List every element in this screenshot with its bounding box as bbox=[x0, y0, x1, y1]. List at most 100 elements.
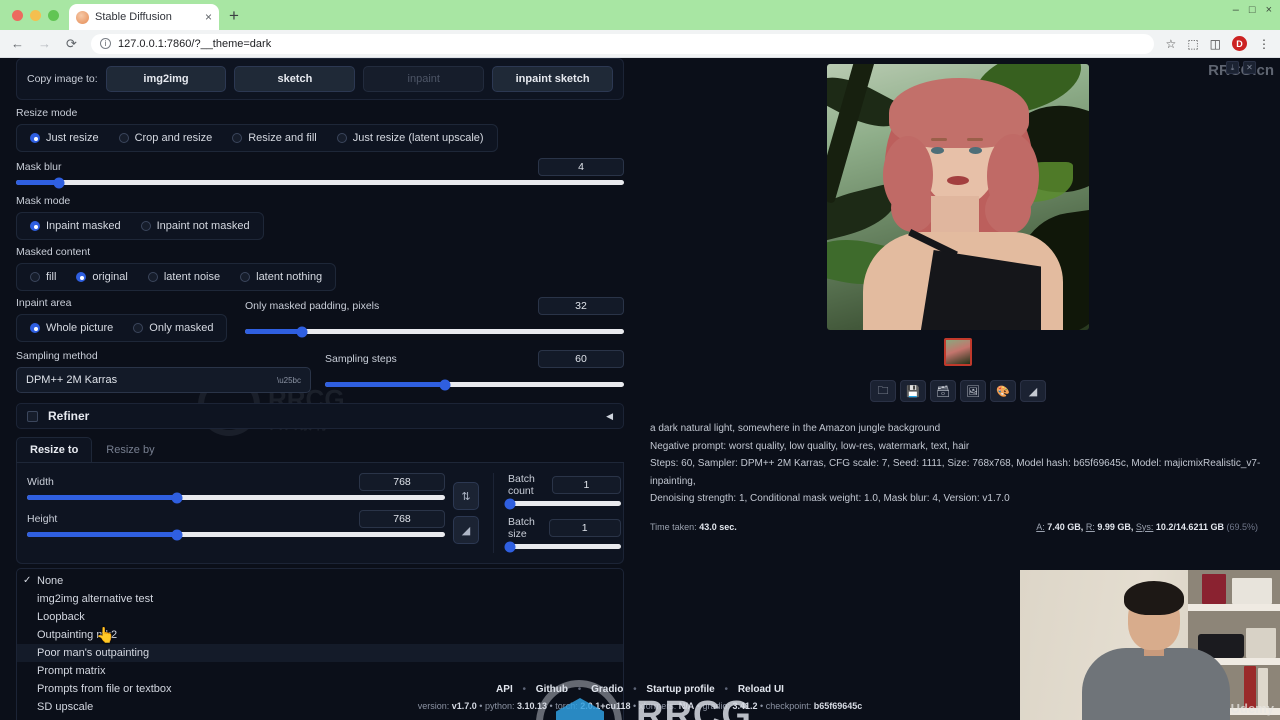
batch-count-block: Batch count 1 bbox=[504, 473, 621, 509]
gallery-toolbar[interactable]: 🗀 💾 🗃 🖼 🎨 ◢ bbox=[870, 380, 1046, 402]
new-tab-button[interactable]: + bbox=[229, 6, 239, 26]
save-zip-icon[interactable]: 🗃 bbox=[930, 380, 956, 402]
send-to-img2img-icon[interactable]: 🖼 bbox=[960, 380, 986, 402]
inpaint-area-label: Inpaint area bbox=[16, 297, 72, 309]
batch-size-slider[interactable] bbox=[504, 541, 621, 552]
extensions-icon[interactable]: ⬚ bbox=[1187, 37, 1198, 51]
send-to-inpaint-icon[interactable]: 🎨 bbox=[990, 380, 1016, 402]
minimize-window-button[interactable] bbox=[30, 9, 41, 21]
dropdown-option-poor-mans-outpainting[interactable]: Poor man's outpainting bbox=[17, 644, 623, 662]
reload-icon[interactable]: ⟳ bbox=[64, 36, 79, 52]
open-folder-icon[interactable]: 🗀 bbox=[870, 380, 896, 402]
radio-dot-icon bbox=[118, 133, 129, 143]
image-gallery-thumbnails[interactable] bbox=[944, 338, 972, 366]
batch-count-slider[interactable] bbox=[504, 498, 621, 509]
inpaint-area-row: Inpaint area Whole picture Only masked O… bbox=[16, 297, 624, 342]
sampling-steps-slider[interactable] bbox=[325, 379, 624, 390]
close-image-icon[interactable]: ✕ bbox=[1243, 61, 1256, 74]
version-label: version: bbox=[417, 701, 450, 711]
send-to-extras-icon[interactable]: ◢ bbox=[1020, 380, 1046, 402]
maximize-icon[interactable]: □ bbox=[1249, 4, 1256, 16]
radio-label: Crop and resize bbox=[134, 132, 213, 144]
width-slider[interactable] bbox=[27, 492, 445, 503]
sampling-method-select[interactable]: DPM++ 2M Karras \u25bc bbox=[16, 367, 311, 393]
copy-to-sketch-button[interactable]: sketch bbox=[234, 66, 356, 92]
radio-label: Only masked bbox=[149, 322, 214, 334]
height-block: Height 768 bbox=[27, 510, 445, 540]
thumbnail-item[interactable] bbox=[944, 338, 972, 366]
image-preview-area: ⤓ ✕ 🗀 💾 🗃 🖼 🎨 ◢ bbox=[646, 61, 1270, 402]
radio-dot-icon bbox=[240, 272, 251, 282]
radio-latent-nothing[interactable]: latent nothing bbox=[230, 267, 332, 287]
window-controls[interactable]: – □ × bbox=[1233, 4, 1272, 16]
radio-fill[interactable]: fill bbox=[20, 267, 66, 287]
browser-menu-icon[interactable]: ⋮ bbox=[1258, 37, 1270, 51]
profile-avatar[interactable]: D bbox=[1232, 36, 1247, 51]
save-icon[interactable]: 💾 bbox=[900, 380, 926, 402]
tab-resize-by[interactable]: Resize by bbox=[92, 437, 168, 462]
close-window-button[interactable] bbox=[12, 9, 23, 21]
width-label: Width bbox=[27, 476, 54, 488]
aspect-ratio-icon[interactable]: ◢ bbox=[453, 516, 479, 544]
radio-just-resize-latent-upscale[interactable]: Just resize (latent upscale) bbox=[327, 128, 494, 148]
split-view-icon[interactable]: ◫ bbox=[1210, 37, 1221, 51]
time-taken: Time taken: 43.0 sec. bbox=[650, 522, 737, 532]
radio-only-masked[interactable]: Only masked bbox=[123, 318, 223, 338]
dropdown-option-loopback[interactable]: Loopback bbox=[17, 608, 623, 626]
memory-r-label: R: bbox=[1085, 521, 1095, 532]
bookmark-star-icon[interactable]: ☆ bbox=[1166, 37, 1177, 51]
window-traffic-lights[interactable] bbox=[8, 0, 69, 30]
dimensions-panel: Width 768 Height 768 ⇅ ◢ Batch count 1 B… bbox=[16, 463, 624, 564]
footer-link-api[interactable]: API bbox=[496, 684, 513, 695]
close-icon[interactable]: × bbox=[1266, 4, 1272, 16]
height-value[interactable]: 768 bbox=[359, 510, 445, 528]
generated-image[interactable] bbox=[827, 64, 1089, 330]
img2img-settings-column: Copy image to: img2img sketch inpaint in… bbox=[0, 58, 640, 720]
radio-inpaint-not-masked[interactable]: Inpaint not masked bbox=[131, 216, 260, 236]
forward-icon[interactable]: → bbox=[37, 36, 52, 51]
only-masked-padding-value[interactable]: 32 bbox=[538, 297, 624, 315]
swap-dimensions-icon[interactable]: ⇅ bbox=[453, 482, 479, 510]
resize-mode-label: Resize mode bbox=[16, 107, 78, 119]
radio-inpaint-masked[interactable]: Inpaint masked bbox=[20, 216, 131, 236]
memory-a-value: 7.40 GB, bbox=[1047, 521, 1084, 532]
browser-tabstrip: Stable Diffusion × + – □ × bbox=[0, 0, 1280, 30]
copy-to-img2img-button[interactable]: img2img bbox=[105, 66, 227, 92]
site-info-icon[interactable]: i bbox=[100, 38, 111, 49]
sampling-steps-value[interactable]: 60 bbox=[538, 350, 624, 368]
radio-latent-noise[interactable]: latent noise bbox=[138, 267, 230, 287]
radio-resize-and-fill[interactable]: Resize and fill bbox=[222, 128, 326, 148]
minimize-icon[interactable]: – bbox=[1233, 4, 1239, 16]
browser-tab[interactable]: Stable Diffusion × bbox=[69, 4, 219, 30]
image-action-buttons[interactable]: ⤓ ✕ bbox=[1226, 61, 1256, 74]
dropdown-option-img2img-alternative-test[interactable]: img2img alternative test bbox=[17, 590, 623, 608]
address-bar[interactable]: i 127.0.0.1:7860/?__theme=dark bbox=[91, 33, 1154, 54]
radio-dot-icon bbox=[30, 221, 40, 231]
radio-whole-picture[interactable]: Whole picture bbox=[20, 318, 123, 338]
radio-just-resize[interactable]: Just resize bbox=[20, 128, 109, 148]
browser-toolbar-actions: ☆ ⬚ ◫ D ⋮ bbox=[1166, 36, 1270, 51]
dropdown-option-none[interactable]: None bbox=[17, 572, 623, 590]
footer-separator: • bbox=[760, 701, 764, 711]
mask-blur-value[interactable]: 4 bbox=[538, 158, 624, 176]
resize-tabs: Resize to Resize by bbox=[16, 437, 624, 463]
close-icon[interactable]: × bbox=[205, 11, 212, 23]
only-masked-padding-slider[interactable] bbox=[245, 326, 624, 337]
maximize-window-button[interactable] bbox=[48, 9, 59, 21]
height-slider[interactable] bbox=[27, 529, 445, 540]
radio-original[interactable]: original bbox=[66, 267, 137, 287]
mask-blur-slider[interactable] bbox=[16, 177, 624, 188]
batch-count-value[interactable]: 1 bbox=[552, 476, 621, 494]
radio-crop-and-resize[interactable]: Crop and resize bbox=[109, 128, 223, 148]
width-value[interactable]: 768 bbox=[359, 473, 445, 491]
generation-metadata: a dark natural light, somewhere in the A… bbox=[646, 420, 1270, 508]
download-image-icon[interactable]: ⤓ bbox=[1226, 61, 1239, 74]
copy-to-inpaint-sketch-button[interactable]: inpaint sketch bbox=[492, 66, 613, 92]
refiner-checkbox[interactable] bbox=[27, 410, 38, 422]
collapse-arrow-icon[interactable]: ◀ bbox=[606, 411, 613, 422]
back-icon[interactable]: ← bbox=[10, 36, 25, 51]
stable-diffusion-webui: RRCG 人人素材 RRCG.cn Copy image to: img2img… bbox=[0, 58, 1280, 720]
refiner-accordion[interactable]: Refiner ◀ bbox=[16, 403, 624, 429]
batch-size-value[interactable]: 1 bbox=[548, 519, 621, 537]
tab-resize-to[interactable]: Resize to bbox=[16, 437, 93, 462]
